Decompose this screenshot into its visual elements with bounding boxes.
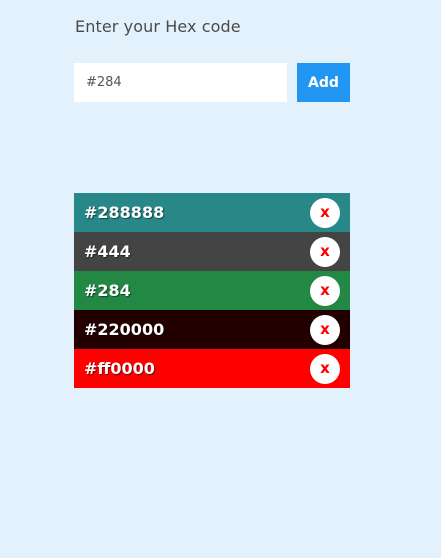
remove-color-button[interactable]: x [310, 353, 340, 384]
color-item: #284 x [74, 271, 350, 310]
remove-color-button[interactable]: x [310, 275, 340, 306]
color-hex-label: #288888 [84, 203, 165, 222]
color-list: #288888 x #444 x #284 x #220000 x #ff000… [74, 193, 350, 388]
remove-color-button[interactable]: x [310, 197, 340, 228]
add-button[interactable]: Add [297, 63, 350, 102]
color-hex-label: #284 [84, 281, 131, 300]
color-hex-label: #220000 [84, 320, 165, 339]
color-item: #220000 x [74, 310, 350, 349]
remove-color-button[interactable]: x [310, 236, 340, 267]
color-item: #444 x [74, 232, 350, 271]
page-heading: Enter your Hex code [75, 17, 241, 36]
remove-color-button[interactable]: x [310, 314, 340, 345]
hex-input[interactable] [74, 63, 287, 102]
color-hex-label: #444 [84, 242, 131, 261]
color-hex-label: #ff0000 [84, 359, 155, 378]
color-item: #ff0000 x [74, 349, 350, 388]
color-item: #288888 x [74, 193, 350, 232]
